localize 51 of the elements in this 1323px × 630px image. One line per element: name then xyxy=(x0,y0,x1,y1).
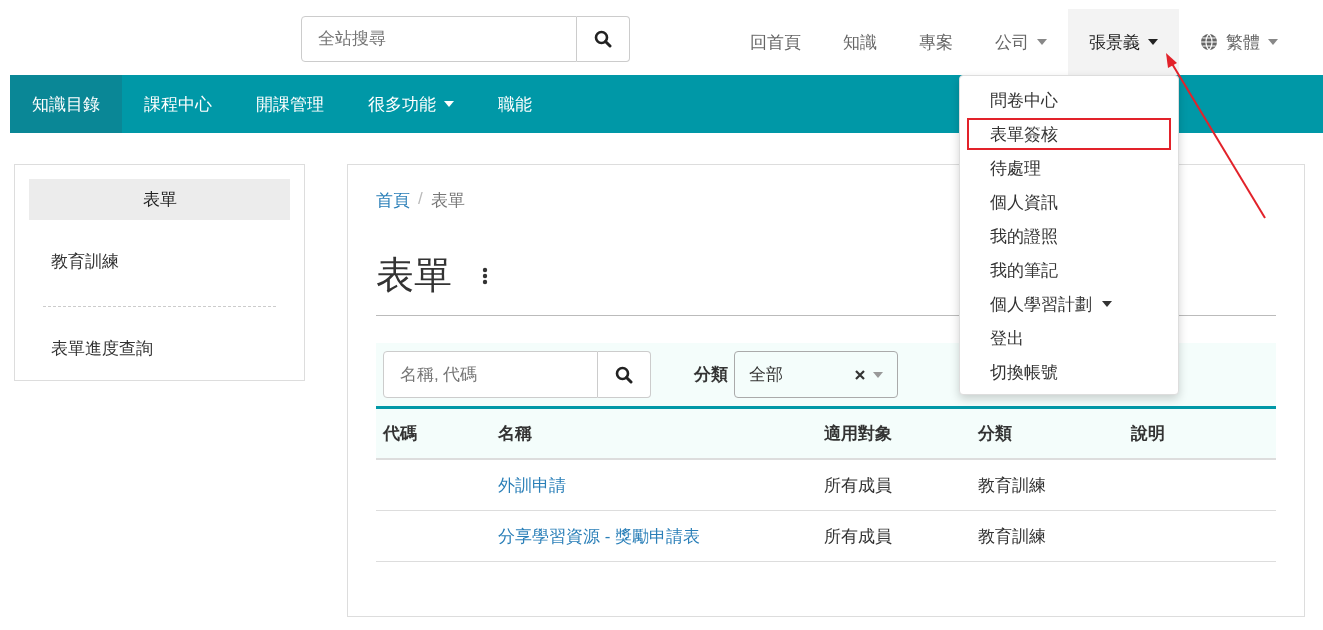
sidebar-item[interactable]: 教育訓練 xyxy=(29,220,290,273)
menu-item[interactable]: 我的證照 xyxy=(967,220,1171,252)
table-cell: 所有成員 xyxy=(824,526,892,546)
table-cell: 所有成員 xyxy=(824,475,892,495)
search-field[interactable]: 名稱, 代碼 xyxy=(383,351,598,398)
breadcrumb-link[interactable]: 首頁 xyxy=(376,189,410,212)
nav-label: 專案 xyxy=(919,31,953,54)
clear-icon[interactable] xyxy=(855,369,865,380)
table-cell: 教育訓練 xyxy=(978,526,1046,546)
breadcrumb-separator: / xyxy=(418,189,423,210)
menu-item[interactable]: 待處理 xyxy=(967,152,1171,184)
nav-link[interactable]: 回首頁 xyxy=(729,9,822,75)
column-header: 適用對象 xyxy=(817,409,971,459)
nav-label: 回首頁 xyxy=(750,31,801,54)
nav-link[interactable]: 專案 xyxy=(898,9,974,75)
site-search-field[interactable]: 全站搜尋 xyxy=(301,15,577,62)
form-link[interactable]: 分享學習資源 - 獎勵申請表 xyxy=(498,526,701,546)
filter-label: 分類 xyxy=(694,364,728,386)
sidebar-header: 表單 xyxy=(29,179,290,220)
menu-item[interactable]: 我的筆記 xyxy=(967,254,1171,286)
caret-icon xyxy=(873,371,883,378)
nav-link[interactable]: 公司 xyxy=(974,9,1068,75)
sidebar-item[interactable]: 表單進度查詢 xyxy=(29,315,290,360)
nav-label: 公司 xyxy=(995,31,1029,54)
category-select[interactable]: 全部 xyxy=(734,351,898,398)
form-link[interactable]: 外訓申請 xyxy=(498,475,566,495)
caret-icon xyxy=(1102,301,1112,307)
search-button[interactable] xyxy=(598,351,651,398)
breadcrumb-current: 表單 xyxy=(430,190,465,212)
search-icon xyxy=(594,29,612,48)
nav-link[interactable]: 繁體 xyxy=(1179,9,1299,75)
nav-link[interactable]: 知識 xyxy=(822,9,898,75)
column-header: 說明 xyxy=(1124,409,1276,459)
search-button[interactable] xyxy=(577,15,630,62)
column-header: 分類 xyxy=(971,409,1124,459)
main-nav-tab[interactable]: 知識目錄 xyxy=(10,75,122,133)
column-header: 代碼 xyxy=(376,409,491,459)
more-icon[interactable] xyxy=(482,266,488,285)
menu-item[interactable]: 個人資訊 xyxy=(967,186,1171,218)
menu-item[interactable]: 表單簽核 xyxy=(967,118,1171,150)
page-title: 表單 xyxy=(376,253,452,298)
menu-item[interactable]: 個人學習計劃 xyxy=(967,288,1171,320)
nav-label: 繁體 xyxy=(1226,31,1260,54)
menu-item[interactable]: 問卷中心 xyxy=(967,84,1171,116)
table-cell: 教育訓練 xyxy=(978,475,1046,495)
nav-label: 知識 xyxy=(843,31,877,54)
search-icon xyxy=(615,365,633,384)
menu-item[interactable]: 登出 xyxy=(967,322,1171,354)
menu-item[interactable]: 切換帳號 xyxy=(967,356,1171,388)
nav-label: 張景義 xyxy=(1089,31,1140,54)
column-header: 名稱 xyxy=(491,409,817,459)
